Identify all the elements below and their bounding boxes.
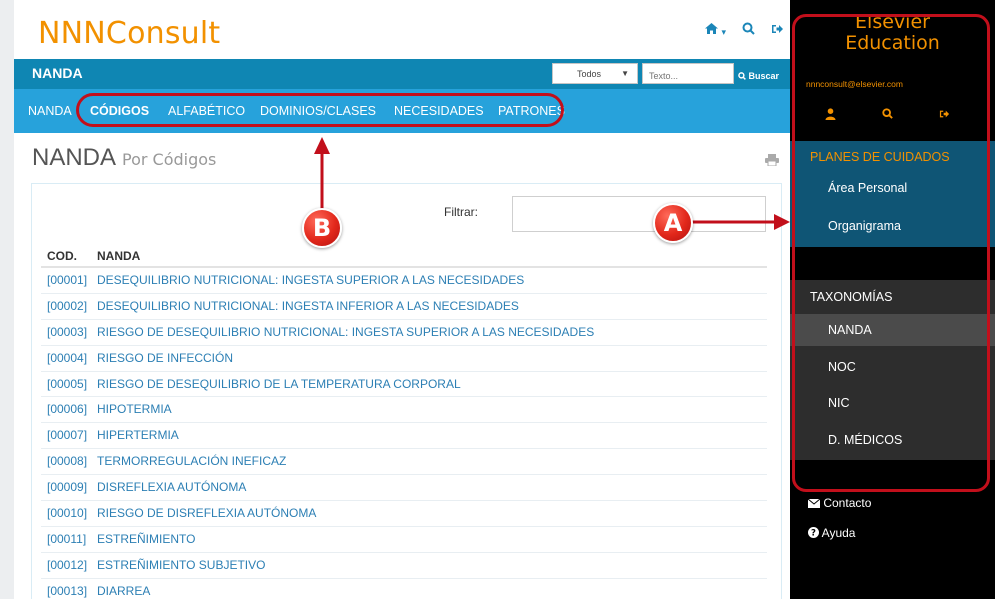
results-table: [00001] DESEQUILIBRIO NUTRICIONAL: INGEST… xyxy=(41,268,767,599)
table-row[interactable]: [00006] HIPOTERMIA xyxy=(41,397,767,424)
right-sidebar: Elsevier Education nnnconsult@elsevier.c… xyxy=(790,0,995,599)
column-header-cod[interactable]: COD. xyxy=(47,249,77,263)
highlight-oval-b xyxy=(76,93,564,127)
help-icon: ? xyxy=(808,527,819,539)
row-label[interactable]: RIESGO DE DESEQUILIBRIO DE LA TEMPERATUR… xyxy=(97,377,461,391)
row-label[interactable]: TERMORREGULACIÓN INEFICAZ xyxy=(97,454,286,468)
search-button[interactable]: Buscar xyxy=(738,63,788,84)
table-row[interactable]: [00009] DISREFLEXIA AUTÓNOMA xyxy=(41,475,767,502)
row-code[interactable]: [00002] xyxy=(47,299,97,313)
row-code[interactable]: [00013] xyxy=(47,584,97,598)
table-row[interactable]: [00004] RIESGO DE INFECCIÓN xyxy=(41,346,767,372)
app-header: NNNConsult ▾ xyxy=(14,0,790,60)
row-code[interactable]: [00005] xyxy=(47,377,97,391)
table-row[interactable]: [00005] RIESGO DE DESEQUILIBRIO DE LA TEM… xyxy=(41,372,767,398)
row-label[interactable]: DISREFLEXIA AUTÓNOMA xyxy=(97,480,246,494)
search-icon xyxy=(738,72,746,80)
column-header-nanda[interactable]: NANDA xyxy=(97,249,140,263)
row-label[interactable]: RIESGO DE DISREFLEXIA AUTÓNOMA xyxy=(97,506,316,520)
search-scope-value: Todos xyxy=(577,69,602,79)
row-label[interactable]: DIARREA xyxy=(97,584,150,598)
contact-label: Contacto xyxy=(823,496,872,510)
logout-icon[interactable] xyxy=(939,108,950,123)
app-logo[interactable]: NNNConsult xyxy=(38,16,220,51)
row-label[interactable]: DESEQUILIBRIO NUTRICIONAL: INGESTA SUPER… xyxy=(97,273,524,287)
section-title: NANDA xyxy=(32,65,83,81)
table-row[interactable]: [00010] RIESGO DE DISREFLEXIA AUTÓNOMA xyxy=(41,501,767,527)
sidebar-icon-row xyxy=(790,108,995,123)
table-row[interactable]: [00013] DIARREA xyxy=(41,579,767,599)
sidebar-item-nic[interactable]: NIC xyxy=(790,387,995,419)
sidebar-item-noc[interactable]: NOC xyxy=(790,351,995,383)
row-code[interactable]: [00007] xyxy=(47,428,97,442)
callout-a: A xyxy=(653,203,693,243)
home-icon[interactable]: ▾ xyxy=(704,22,726,38)
planes-title[interactable]: PLANES DE CUIDADOS xyxy=(810,150,950,164)
taxonomias-section: TAXONOMÍAS NANDA NOC NIC D. MÉDICOS xyxy=(790,280,995,460)
taxonomias-title: TAXONOMÍAS xyxy=(810,290,893,304)
row-code[interactable]: [00008] xyxy=(47,454,97,468)
page-title-text: NANDA xyxy=(32,144,117,171)
sidebar-brand[interactable]: Elsevier Education xyxy=(790,12,995,54)
row-code[interactable]: [00009] xyxy=(47,480,97,494)
search-button-label: Buscar xyxy=(748,71,780,81)
sidebar-item-organigrama[interactable]: Organigrama xyxy=(828,219,901,233)
row-label[interactable]: DESEQUILIBRIO NUTRICIONAL: INGESTA INFER… xyxy=(97,299,519,313)
user-icon[interactable] xyxy=(825,108,836,123)
contact-link[interactable]: Contacto xyxy=(807,496,872,510)
help-label: Ayuda xyxy=(821,526,856,540)
table-row[interactable]: [00012] ESTREÑIMIENTO SUBJETIVO xyxy=(41,553,767,579)
row-code[interactable]: [00011] xyxy=(47,532,97,546)
row-label[interactable]: ESTREÑIMIENTO SUBJETIVO xyxy=(97,558,265,572)
filter-label: Filtrar: xyxy=(444,205,478,219)
search-icon[interactable] xyxy=(882,108,893,123)
search-scope-select[interactable]: Todos ▼ xyxy=(552,63,638,84)
row-code[interactable]: [00006] xyxy=(47,402,97,416)
row-code[interactable]: [00012] xyxy=(47,558,97,572)
sidebar-item-area-personal[interactable]: Área Personal xyxy=(828,181,907,195)
sub-navigation: NANDA CÓDIGOS ALFABÉTICO DOMINIOS/CLASES… xyxy=(14,89,790,133)
table-row[interactable]: [00001] DESEQUILIBRIO NUTRICIONAL: INGEST… xyxy=(41,268,767,294)
table-row[interactable]: [00007] HIPERTERMIA xyxy=(41,423,767,450)
chevron-down-icon: ▾ xyxy=(721,27,726,37)
row-code[interactable]: [00010] xyxy=(47,506,97,520)
row-label[interactable]: HIPOTERMIA xyxy=(97,402,172,416)
help-link[interactable]: ? Ayuda xyxy=(808,526,855,540)
section-bar: NANDA Todos ▼ Buscar xyxy=(14,59,790,89)
nav-nanda[interactable]: NANDA xyxy=(28,104,72,118)
page-root: NNNConsult ▾ NANDA Todos ▼ Buscar NANDA xyxy=(0,0,995,599)
left-gutter xyxy=(0,0,14,599)
table-row[interactable]: [00002] DESEQUILIBRIO NUTRICIONAL: INGEST… xyxy=(41,294,767,320)
row-code[interactable]: [00004] xyxy=(47,351,97,365)
logout-icon[interactable] xyxy=(771,22,784,38)
chevron-down-icon: ▼ xyxy=(621,69,629,78)
callout-b: B xyxy=(302,208,342,248)
table-row[interactable]: [00011] ESTREÑIMIENTO xyxy=(41,527,767,553)
row-label[interactable]: RIESGO DE INFECCIÓN xyxy=(97,351,233,365)
page-title: NANDA Por Códigos xyxy=(32,144,216,172)
row-label[interactable]: ESTREÑIMIENTO xyxy=(97,532,195,546)
search-icon[interactable] xyxy=(742,22,755,38)
print-icon[interactable] xyxy=(765,153,779,167)
search-input[interactable] xyxy=(642,63,734,84)
page-subtitle: Por Códigos xyxy=(122,150,217,169)
planes-section: PLANES DE CUIDADOS Área Personal Organig… xyxy=(790,141,995,247)
user-email: nnnconsult@elsevier.com xyxy=(806,79,903,89)
brand-line-2: Education xyxy=(845,32,940,54)
table-row[interactable]: [00003] RIESGO DE DESEQUILIBRIO NUTRICION… xyxy=(41,320,767,346)
svg-text:?: ? xyxy=(811,529,816,538)
row-label[interactable]: RIESGO DE DESEQUILIBRIO NUTRICIONAL: ING… xyxy=(97,325,594,339)
sidebar-item-nanda[interactable]: NANDA xyxy=(790,314,995,346)
table-row[interactable]: [00008] TERMORREGULACIÓN INEFICAZ xyxy=(41,449,767,476)
row-label[interactable]: HIPERTERMIA xyxy=(97,428,179,442)
sidebar-item-d-medicos[interactable]: D. MÉDICOS xyxy=(790,424,995,456)
brand-line-1: Elsevier xyxy=(855,11,930,33)
envelope-icon xyxy=(807,498,821,508)
filter-input[interactable] xyxy=(512,196,766,232)
header-icons: ▾ xyxy=(704,22,784,38)
row-code[interactable]: [00003] xyxy=(47,325,97,339)
row-code[interactable]: [00001] xyxy=(47,273,97,287)
